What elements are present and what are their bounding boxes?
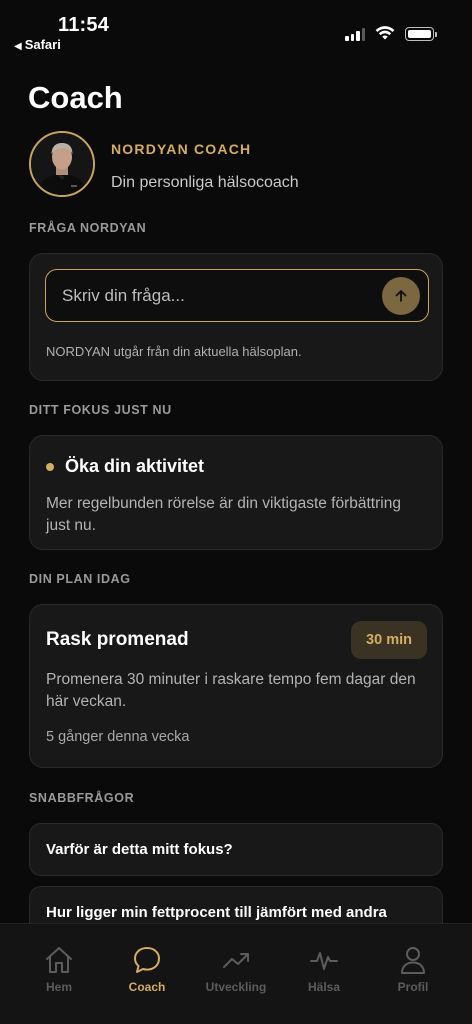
plan-duration-badge: 30 min bbox=[351, 621, 427, 659]
plan-card[interactable]: Rask promenad 30 min Promenera 30 minute… bbox=[29, 604, 443, 768]
bottom-tab-bar: Hem Coach Utveckling Hälsa Profil bbox=[0, 923, 472, 1024]
ask-note: NORDYAN utgår från din aktuella hälsopla… bbox=[46, 344, 302, 359]
tab-label: Utveckling bbox=[205, 980, 267, 994]
plan-title: Rask promenad bbox=[46, 629, 189, 650]
tab-profil[interactable]: Profil bbox=[366, 924, 460, 1004]
quick-section-label: SNABBFRÅGOR bbox=[29, 791, 135, 805]
page-title: Coach bbox=[28, 80, 123, 115]
status-time: 11:54 bbox=[58, 14, 110, 36]
chat-bubble-icon bbox=[134, 947, 160, 973]
back-caret-icon: ◀ bbox=[14, 41, 22, 52]
plan-frequency: 5 gånger denna vecka bbox=[46, 729, 190, 745]
status-bar: 11:54 ◀ Safari bbox=[0, 0, 472, 60]
quick-question-item[interactable]: Varför är detta mitt fokus? bbox=[29, 823, 443, 876]
focus-title: Öka din aktivitet bbox=[46, 456, 204, 477]
plan-section-label: DIN PLAN IDAG bbox=[29, 572, 131, 586]
quick-question-label: Hur ligger min fettprocent till jämfört … bbox=[46, 904, 387, 921]
battery-icon bbox=[405, 26, 437, 41]
focus-description: Mer regelbunden rörelse är din viktigast… bbox=[46, 495, 401, 534]
system-icons bbox=[345, 26, 437, 41]
send-question-button[interactable] bbox=[382, 277, 420, 315]
ask-card: Skriv din fråga... NORDYAN utgår från di… bbox=[29, 253, 443, 381]
focus-dot-icon bbox=[46, 462, 54, 471]
tab-label: Coach bbox=[128, 980, 166, 994]
coach-name: NORDYAN COACH bbox=[111, 141, 252, 157]
coach-subtitle: Din personliga hälsocoach bbox=[111, 174, 299, 191]
tab-halsa[interactable]: Hälsa bbox=[277, 924, 371, 1004]
coach-avatar bbox=[29, 131, 95, 197]
tab-hem[interactable]: Hem bbox=[12, 924, 106, 1004]
question-input[interactable]: Skriv din fråga... bbox=[45, 269, 429, 322]
wifi-icon bbox=[375, 26, 395, 40]
trend-up-icon bbox=[223, 953, 249, 968]
ask-section-label: FRÅGA NORDYAN bbox=[29, 221, 147, 235]
focus-title-text: Öka din aktivitet bbox=[65, 456, 205, 476]
heartbeat-icon bbox=[310, 952, 338, 970]
tab-coach[interactable]: Coach bbox=[100, 924, 194, 1004]
tab-utveckling[interactable]: Utveckling bbox=[189, 924, 283, 1004]
quick-question-label: Varför är detta mitt fokus? bbox=[46, 841, 233, 858]
coach-header: NORDYAN COACH Din personliga hälsocoach bbox=[28, 130, 448, 200]
plan-description: Promenera 30 minuter i raskare tempo fem… bbox=[46, 671, 416, 710]
tab-label: Hem bbox=[45, 980, 72, 994]
question-input-placeholder: Skriv din fråga... bbox=[62, 286, 185, 305]
tab-label: Hälsa bbox=[307, 980, 341, 994]
home-icon bbox=[46, 947, 72, 973]
arrow-up-icon bbox=[395, 290, 407, 302]
focus-card: Öka din aktivitet Mer regelbunden rörels… bbox=[29, 435, 443, 550]
tab-label: Profil bbox=[397, 980, 429, 994]
person-icon bbox=[401, 947, 425, 974]
focus-section-label: DITT FOKUS JUST NU bbox=[29, 403, 172, 417]
back-app-label: Safari bbox=[24, 37, 61, 52]
cellular-signal-icon bbox=[345, 27, 365, 41]
back-to-safari-link[interactable]: ◀ Safari bbox=[14, 37, 61, 52]
